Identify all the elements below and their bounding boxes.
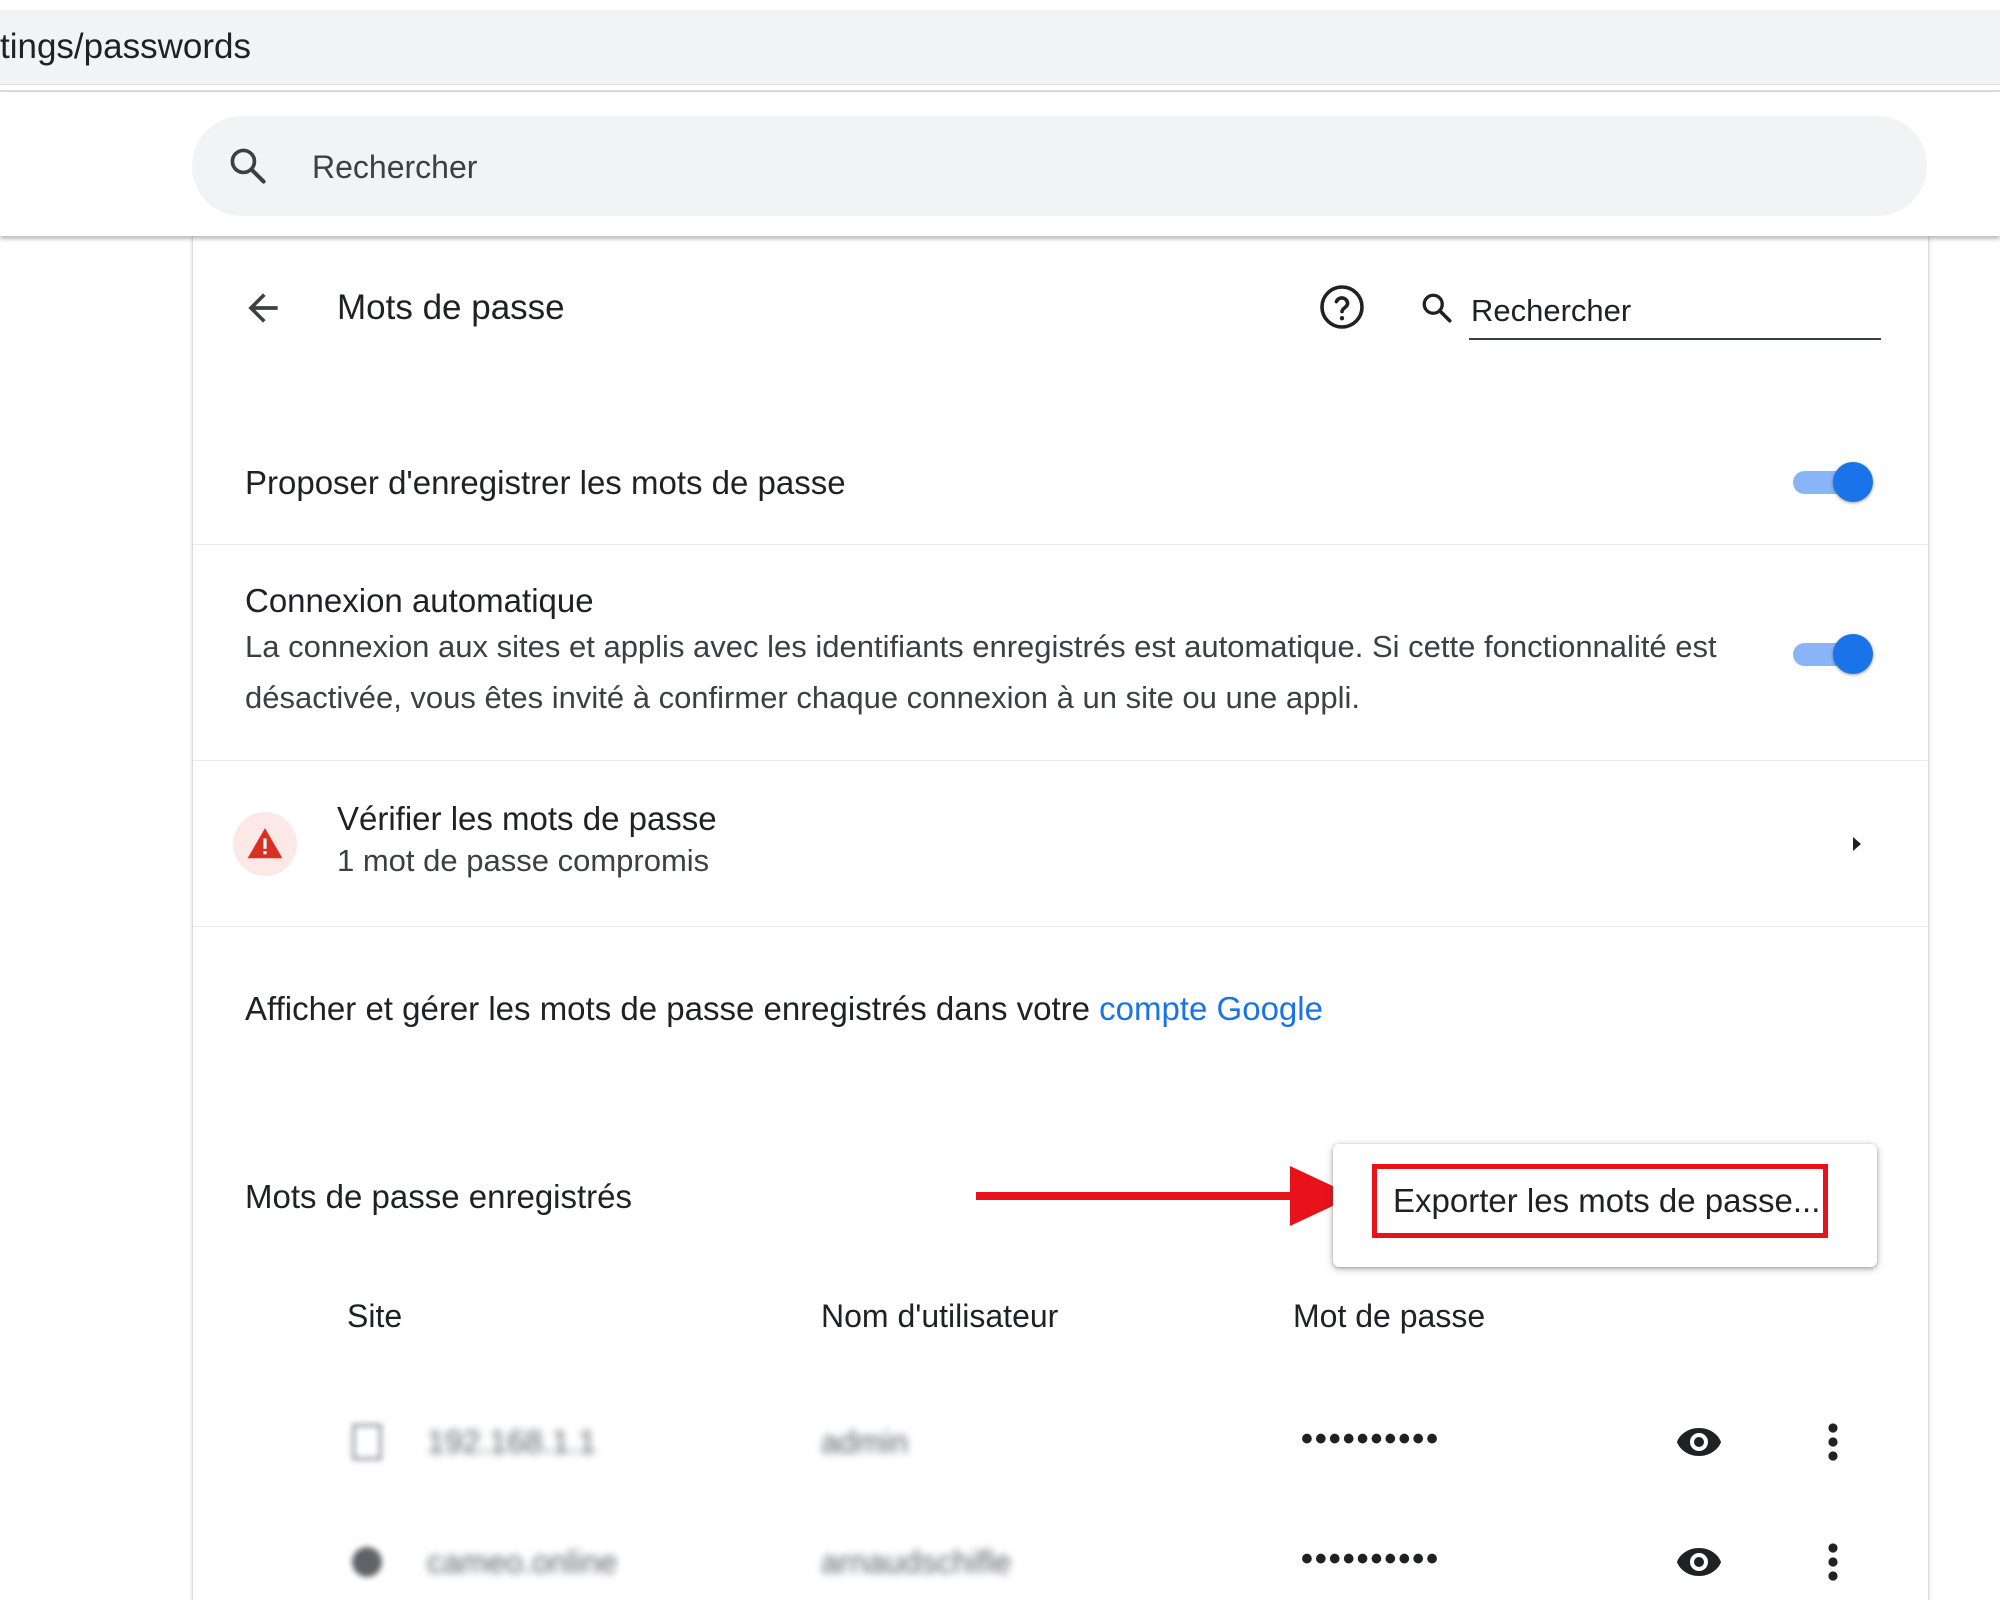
saved-passwords-menu: Exporter les mots de passe... [1333,1144,1877,1267]
username: arnaudschifle [821,1544,1012,1580]
more-vert-icon[interactable] [1813,1538,1853,1586]
column-header-username: Nom d'utilisateur [821,1298,1059,1334]
auto-signin-description: La connexion aux sites et applis avec le… [245,629,1717,715]
username: admin [821,1424,909,1460]
toggle-knob [1833,634,1873,674]
password-mask: •••••••••• [1301,1420,1441,1458]
saved-passwords-title: Mots de passe enregistrés [245,1178,633,1215]
back-arrow-icon[interactable] [241,286,285,330]
divider [193,760,1928,761]
site-favicon [352,1547,382,1577]
offer-save-toggle[interactable] [1789,460,1873,504]
warning-triangle-icon [247,828,283,859]
manage-passwords-label: Afficher et gérer les mots de passe enre… [245,990,1100,1027]
site-name[interactable]: cameo.online [427,1544,617,1581]
settings-header [0,92,2000,236]
more-vert-icon[interactable] [1813,1418,1853,1466]
search-icon [230,148,266,184]
auto-signin-toggle[interactable] [1789,632,1873,676]
column-header-password: Mot de passe [1293,1298,1486,1334]
google-account-link[interactable]: compte Google [1099,990,1323,1027]
annotation-arrow [976,1166,1354,1226]
divider [193,544,1928,545]
compromised-count: 1 mot de passe compromis [337,843,710,878]
show-password-eye-icon[interactable] [1675,1538,1723,1586]
column-header-site: Site [347,1298,403,1334]
address-url[interactable]: tings/passwords [0,10,251,84]
manage-passwords-text: Afficher et gérer les mots de passe enre… [245,990,1323,1028]
search-icon [1422,293,1452,323]
toggle-knob [1833,462,1873,502]
offer-save-label: Proposer d'enregistrer les mots de passe [245,464,846,501]
auto-signin-label: Connexion automatique [245,582,594,619]
page-title: Mots de passe [337,288,565,327]
settings-search-box[interactable] [192,116,1927,216]
settings-search-input[interactable] [310,138,1814,196]
password-mask: •••••••••• [1301,1540,1441,1578]
password-search-input[interactable] [1469,284,1881,340]
show-password-eye-icon[interactable] [1675,1418,1723,1466]
export-passwords-menu-item[interactable]: Exporter les mots de passe... [1372,1164,1828,1238]
site-favicon [352,1423,382,1461]
chevron-right-icon[interactable] [1845,832,1869,856]
address-bar[interactable]: tings/passwords [0,10,2000,85]
passwords-card: Mots de passe Proposer d'enregistrer les… [192,236,1929,1600]
help-icon[interactable] [1318,283,1366,331]
divider [193,926,1928,927]
site-name[interactable]: 192.168.1.1 [427,1424,596,1461]
warning-badge [233,812,297,876]
check-passwords-label[interactable]: Vérifier les mots de passe [337,800,717,838]
